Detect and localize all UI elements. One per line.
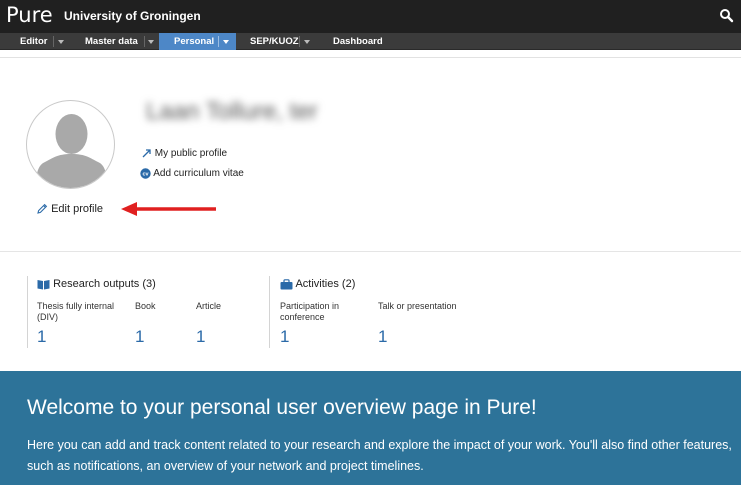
pencil-icon bbox=[37, 203, 48, 214]
chevron-down-icon[interactable] bbox=[304, 40, 310, 44]
output-count[interactable]: 1 bbox=[196, 327, 205, 347]
tab-master-data[interactable]: Master data bbox=[74, 33, 159, 50]
activity-type-label: Talk or presentation bbox=[378, 301, 457, 311]
tab-editor[interactable]: Editor bbox=[0, 33, 74, 50]
activity-type-label: Participation in conference bbox=[280, 301, 340, 322]
profile-name: Laan Tollure, ter bbox=[146, 98, 318, 125]
main-navigation: Editor Master data Personal SEP/KUOZ Das… bbox=[0, 33, 741, 50]
activity-count[interactable]: 1 bbox=[280, 327, 289, 347]
output-count[interactable]: 1 bbox=[135, 327, 144, 347]
pure-logo[interactable]: Pure bbox=[6, 3, 53, 27]
divider bbox=[0, 251, 741, 252]
external-arrow-icon bbox=[142, 149, 151, 158]
welcome-title: Welcome to your personal user overview p… bbox=[27, 396, 537, 419]
add-cv-link[interactable]: cv Add curriculum vitae bbox=[140, 168, 244, 179]
chevron-down-icon[interactable] bbox=[148, 40, 154, 44]
chevron-down-icon[interactable] bbox=[223, 40, 229, 44]
top-bar: Pure University of Groningen bbox=[0, 0, 741, 33]
briefcase-icon bbox=[280, 278, 293, 290]
research-outputs-heading[interactable]: Research outputs (3) bbox=[37, 278, 156, 290]
output-type-label: Thesis fully internal (DIV) bbox=[37, 301, 115, 322]
tab-personal[interactable]: Personal bbox=[159, 33, 236, 50]
avatar[interactable] bbox=[26, 100, 115, 189]
output-type-label: Article bbox=[196, 301, 222, 311]
cv-icon: cv bbox=[140, 168, 151, 179]
public-profile-link[interactable]: My public profile bbox=[142, 148, 227, 159]
section-divider bbox=[269, 276, 270, 348]
tab-dashboard[interactable]: Dashboard bbox=[319, 33, 393, 50]
book-icon bbox=[37, 279, 50, 290]
section-divider bbox=[27, 276, 28, 348]
svg-text:cv: cv bbox=[142, 172, 149, 178]
edit-profile-link[interactable]: Edit profile bbox=[36, 203, 103, 215]
search-button[interactable] bbox=[711, 0, 741, 33]
avatar-placeholder-icon bbox=[35, 114, 108, 188]
divider bbox=[0, 57, 741, 58]
red-arrow-annotation bbox=[121, 202, 216, 216]
organization-name: University of Groningen bbox=[64, 9, 201, 23]
activity-count[interactable]: 1 bbox=[378, 327, 387, 347]
welcome-text: Here you can add and track content relat… bbox=[27, 438, 732, 473]
chevron-down-icon[interactable] bbox=[58, 40, 64, 44]
activities-heading[interactable]: Activities (2) bbox=[280, 278, 355, 290]
output-count[interactable]: 1 bbox=[37, 327, 46, 347]
search-icon bbox=[720, 9, 734, 23]
tab-sep-kuoz[interactable]: SEP/KUOZ bbox=[236, 33, 319, 50]
